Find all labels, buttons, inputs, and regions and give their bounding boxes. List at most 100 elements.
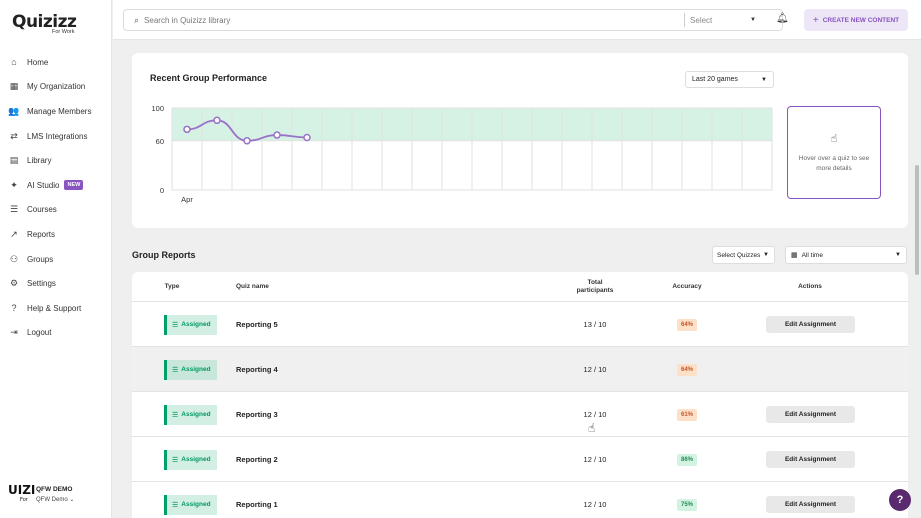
sidebar-item-groups[interactable]: ⚇ Groups <box>0 247 112 272</box>
type-label: Assigned <box>181 321 211 328</box>
sidebar-item-help-support[interactable]: ? Help & Support <box>0 296 112 321</box>
type-label: Assigned <box>181 366 211 373</box>
type-cell: ☰ Assigned <box>164 302 217 347</box>
quiz-name[interactable]: Reporting 4 <box>236 365 278 374</box>
table-row[interactable]: ☰ Assigned Reporting 2 12 / 10 86% Edit Assig… <box>132 437 908 482</box>
quiz-name[interactable]: Reporting 1 <box>236 500 278 509</box>
edit-assignment-button[interactable]: Edit Assignment <box>766 496 855 513</box>
sidebar-item-ai-studio[interactable]: ✦ AI Studio NEW <box>0 173 112 198</box>
sidebar-item-label: LMS Integrations <box>27 131 88 141</box>
quizizz-logo[interactable]: Quizizz For Work <box>12 12 77 35</box>
table-row[interactable]: ☰ Assigned Reporting 4 12 / 10 64% <box>132 347 908 392</box>
accuracy-badge: 64% <box>676 318 697 331</box>
logout-icon: ⇥ <box>10 327 18 338</box>
top-bar: ⌕ Select ▼ 🔔︎ + CREATE NEW CONTENT <box>113 0 921 40</box>
accuracy-badge: 64% <box>676 363 697 376</box>
time-range-dropdown[interactable]: ▦ All time ▼ <box>785 246 907 264</box>
sidebar-item-label: Courses <box>27 205 57 215</box>
sidebar-nav: ⌂ Home ▦ My Organization 👥 Manage Members ⇄ LMS… <box>0 50 112 345</box>
quiz-name[interactable]: Reporting 3 <box>236 410 278 419</box>
column-quiz-name: Quiz name <box>236 282 269 290</box>
edit-assignment-button[interactable]: Edit Assignment <box>766 406 855 423</box>
bell-icon[interactable]: 🔔︎ <box>776 13 789 24</box>
quiz-name-cell: Reporting 1 <box>236 482 278 518</box>
type-label: Assigned <box>181 456 211 463</box>
search-input[interactable] <box>144 15 685 25</box>
group-reports-table: Type Quiz name Total participants Accura… <box>132 272 908 518</box>
list-icon: ☰ <box>172 321 179 329</box>
reports-icon: ↗ <box>10 228 18 239</box>
search-bar: ⌕ Select ▼ <box>123 9 783 31</box>
org-avatar-sub: For <box>20 497 28 503</box>
accuracy-badge: 75% <box>676 498 697 511</box>
calendar-icon: ▦ <box>791 252 798 259</box>
participants-value: 12 / 10 <box>583 410 607 419</box>
x-tick-label: Apr <box>181 195 193 204</box>
search-filter-select[interactable]: Select <box>690 16 750 25</box>
sidebar: Quizizz For Work ⌂ Home ▦ My Organization 👥 M… <box>0 0 112 518</box>
accuracy-badge: 86% <box>676 453 697 466</box>
quiz-name[interactable]: Reporting 5 <box>236 320 278 329</box>
accuracy-cell: 64% <box>662 302 712 347</box>
table-row[interactable]: ☰ Assigned Reporting 5 13 / 10 64% Edit Assig… <box>132 302 908 347</box>
create-new-content-button[interactable]: + CREATE NEW CONTENT <box>804 9 908 31</box>
games-range-select[interactable]: Last 20 games ▼ <box>685 71 774 88</box>
sidebar-item-courses[interactable]: ☰ Courses <box>0 198 112 223</box>
user-account[interactable]: UIZI For QFW DEMO QFW Demo ⌄ <box>8 484 74 503</box>
group-reports-title: Group Reports <box>132 250 196 260</box>
column-actions: Actions <box>798 282 822 290</box>
sidebar-item-logout[interactable]: ⇥ Logout <box>0 321 112 346</box>
table-header: Type Quiz name Total participants Accura… <box>132 272 908 302</box>
table-row[interactable]: ☰ Assigned Reporting 1 12 / 10 75% Edit Assig… <box>132 482 908 518</box>
sidebar-item-label: My Organization <box>27 82 86 92</box>
select-quizzes-dropdown[interactable]: Select Quizzes ▼ <box>712 246 775 264</box>
plus-icon: + <box>812 14 819 26</box>
integration-icon: ⇄ <box>10 130 18 141</box>
team-name[interactable]: QFW Demo ⌄ <box>36 496 74 503</box>
groups-icon: ⚇ <box>9 253 19 264</box>
help-chat-button[interactable]: ? <box>889 489 911 511</box>
chevron-down-icon: ⌄ <box>69 497 75 503</box>
type-label: Assigned <box>181 501 211 508</box>
sidebar-item-settings[interactable]: ⚙ Settings <box>0 271 112 296</box>
participants-value: 13 / 10 <box>583 320 607 329</box>
table-row[interactable]: ☰ Assigned Reporting 3 12 / 10 61% Edit Assig… <box>132 392 908 437</box>
help-icon: ? <box>11 303 17 314</box>
participants-value: 12 / 10 <box>583 365 607 374</box>
scrollbar[interactable] <box>915 165 919 275</box>
edit-assignment-button[interactable]: Edit Assignment <box>766 316 855 333</box>
sidebar-item-reports[interactable]: ↗ Reports <box>0 222 112 247</box>
data-point <box>273 131 281 139</box>
accuracy-cell: 61% <box>662 392 712 437</box>
sidebar-item-lms-integrations[interactable]: ⇄ LMS Integrations <box>0 124 112 149</box>
y-tick-label: 0 <box>160 186 164 195</box>
quiz-name-cell: Reporting 5 <box>236 302 278 347</box>
library-icon: ▤ <box>9 155 19 166</box>
accuracy-cell: 75% <box>662 482 712 518</box>
data-point <box>303 133 311 142</box>
mouse-cursor-hand-icon: ☝︎ <box>588 421 596 435</box>
type-cell: ☰ Assigned <box>164 347 217 392</box>
accuracy-cell: 64% <box>662 347 712 392</box>
quiz-name-cell: Reporting 3 <box>236 392 278 437</box>
select-quizzes-label: Select Quizzes <box>717 251 761 259</box>
sidebar-item-my-organization[interactable]: ▦ My Organization <box>0 75 112 100</box>
sparkle-icon: ✦ <box>10 179 18 190</box>
performance-card: Recent Group Performance Last 20 games ▼… <box>132 53 908 228</box>
org-name: QFW DEMO <box>36 486 73 493</box>
sidebar-item-manage-members[interactable]: 👥 Manage Members <box>0 99 112 124</box>
time-range-label: All time <box>801 251 823 259</box>
new-badge: NEW <box>64 180 84 191</box>
list-icon: ☰ <box>172 411 179 419</box>
caret-down-icon: ▼ <box>895 252 901 258</box>
sidebar-item-home[interactable]: ⌂ Home <box>0 50 112 75</box>
sidebar-item-library[interactable]: ▤ Library <box>0 148 112 173</box>
sidebar-item-label: Library <box>27 156 52 166</box>
edit-assignment-button[interactable]: Edit Assignment <box>766 451 855 468</box>
search-divider <box>684 13 686 27</box>
performance-chart: 0 60 100 Apr <box>151 104 773 204</box>
actions-cell: Edit Assignment <box>766 302 855 347</box>
quiz-name[interactable]: Reporting 2 <box>236 455 278 464</box>
participants-cell: 12 / 10 <box>570 437 620 482</box>
participants-cell: 12 / 10 <box>570 347 620 392</box>
